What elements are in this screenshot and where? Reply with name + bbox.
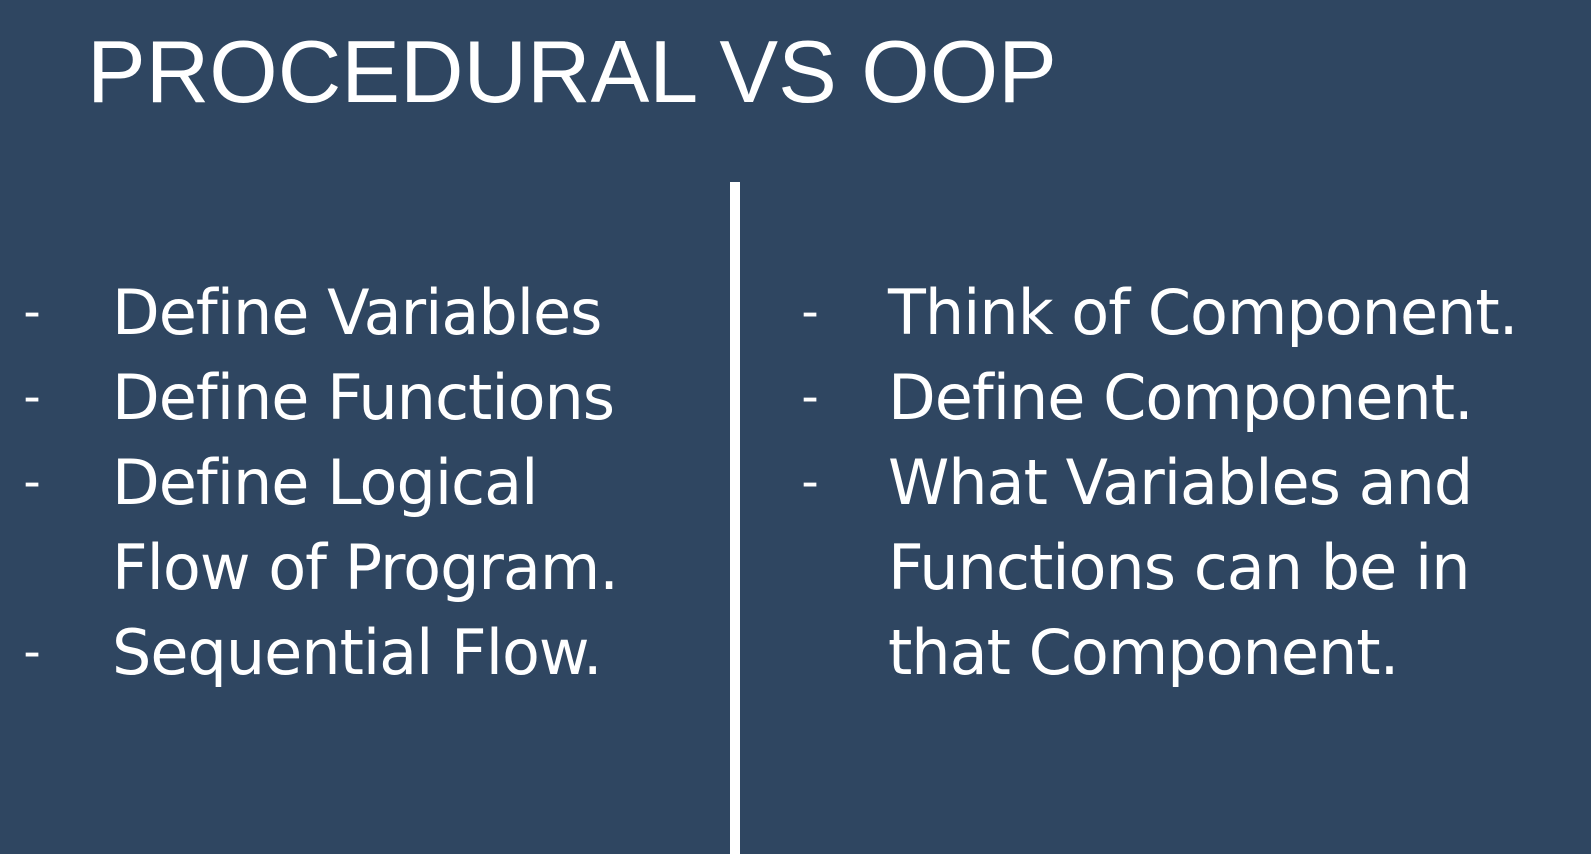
- bullet-dash: -: [23, 369, 41, 425]
- list-item: - Define Logical Flow of Program.: [0, 440, 725, 610]
- bullet-dash: -: [801, 284, 819, 340]
- list-item: - Sequential Flow.: [0, 610, 725, 695]
- column-divider: [730, 182, 740, 854]
- list-item-text-line: Define Logical: [112, 446, 538, 519]
- list-item-text: Define Functions: [112, 361, 615, 434]
- bullet-dash: -: [801, 454, 819, 510]
- list-item-text: Define Component.: [888, 361, 1474, 434]
- procedural-list: - Define Variables - Define Functions - …: [0, 270, 725, 695]
- oop-list: - Think of Component. - Define Component…: [790, 270, 1590, 695]
- bullet-dash: -: [801, 369, 819, 425]
- list-item: - Think of Component.: [790, 270, 1590, 355]
- bullet-dash: -: [23, 284, 41, 340]
- list-item: - Define Variables: [0, 270, 725, 355]
- list-item-text-line: What Variables and: [888, 446, 1473, 519]
- list-item-text-line: Functions can be in: [888, 531, 1471, 604]
- bullet-dash: -: [23, 624, 41, 680]
- bullet-dash: -: [23, 454, 41, 510]
- list-item-text: Sequential Flow.: [112, 616, 603, 689]
- list-item-text-line: that Component.: [888, 616, 1399, 689]
- list-item-text: Define Variables: [112, 276, 602, 349]
- slide-title: PROCEDURAL VS OOP: [87, 22, 1057, 121]
- slide: PROCEDURAL VS OOP - Define Variables - D…: [0, 0, 1591, 854]
- list-item-text: Think of Component.: [888, 276, 1518, 349]
- list-item: - Define Functions: [0, 355, 725, 440]
- list-item: - Define Component.: [790, 355, 1590, 440]
- list-item-text-line: Flow of Program.: [112, 531, 619, 604]
- list-item: - What Variables and Functions can be in…: [790, 440, 1590, 695]
